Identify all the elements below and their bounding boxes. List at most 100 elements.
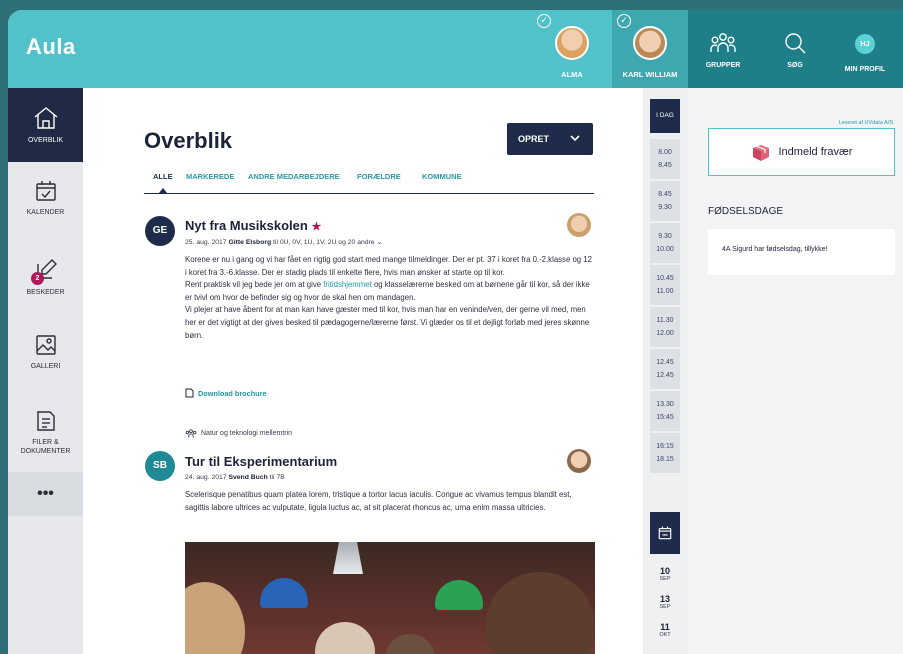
post-body: Korene er nu i gang og vi har fået en ri… (185, 254, 595, 342)
group-name: Natur og teknologi mellemtrin (201, 430, 293, 437)
search-icon (785, 33, 806, 54)
tab-markerede[interactable]: MARKEREDE (186, 172, 234, 181)
tab-kommune[interactable]: KOMMUNE (422, 172, 462, 181)
sidebar-item-label: OVERBLIK (27, 137, 63, 144)
post-title[interactable]: Nyt fra Musikskolen ★ (185, 218, 321, 233)
date-day: 13 (659, 594, 670, 604)
tab-alle[interactable]: ALLE (153, 172, 173, 193)
tab-foraeldre[interactable]: FORÆLDRE (357, 172, 401, 181)
sidebar-item-galleri[interactable]: GALLERI (8, 334, 83, 371)
nav-search[interactable]: SØG (760, 10, 830, 88)
date-month: OKT (659, 632, 671, 638)
date-day: 10 (659, 566, 670, 576)
download-label: Download brochure (198, 388, 267, 398)
schedule-slot[interactable]: 12.45 12.45 (650, 349, 680, 389)
child-selector-alma[interactable]: ✓ ALMA (532, 10, 612, 88)
post-image[interactable] (185, 542, 595, 654)
text-segment: Rent praktisk vil jeg bede jer om at giv… (185, 280, 322, 290)
sidebar-item-overblik[interactable]: OVERBLIK (8, 88, 83, 162)
right-panel: Leveret af UVdata A/S Indmeld fravær FØD… (687, 88, 903, 654)
sidebar-item-label: BESKEDER (26, 289, 65, 296)
slot-time: 16:15 (656, 443, 674, 450)
slot-time: 18.15 (656, 456, 674, 463)
schedule-slot[interactable]: 11.30 12.00 (650, 307, 680, 347)
sidebar-item-label: FILER & DOKUMENTER (20, 439, 71, 455)
nav-groups[interactable]: GRUPPER (688, 10, 758, 88)
post-date: 25. aug. 2017 (185, 239, 227, 246)
child-avatar (555, 26, 589, 60)
post-title-text: Nyt fra Musikskolen (185, 218, 308, 233)
post-paragraph: Vi plejer at have åbent for at man kan h… (185, 305, 590, 340)
child-name: ALMA (561, 70, 583, 79)
star-icon[interactable]: ★ (311, 221, 321, 233)
recipient-avatar (567, 213, 591, 237)
nav-label: SØG (787, 62, 803, 69)
person-shape (185, 582, 245, 654)
birthday-text: 4A Sigurd har fødselsdag, tillykke! (722, 246, 828, 253)
provider-link[interactable]: Leveret af UVdata A/S (839, 120, 893, 126)
schedule-slot[interactable]: 16:15 18.15 (650, 433, 680, 473)
post-title[interactable]: Tur til Eksperimentarium (185, 454, 337, 469)
recipient-avatar (567, 449, 591, 473)
nav-profile[interactable]: HJ MIN PROFIL (830, 10, 900, 88)
fritidshjemmet-link[interactable]: fritidshjemmet (323, 280, 372, 289)
birthdays-heading: FØDSELSDAGE (708, 206, 784, 217)
nav-label: MIN PROFIL (844, 66, 886, 73)
lamp-shape (333, 542, 363, 574)
post-paragraph: Korene er nu i gang og vi har fået en ri… (185, 255, 592, 277)
tab-andre-medarbejdere[interactable]: ANDRE MEDARBEJDERE (248, 172, 340, 181)
top-header: Aula ✓ ALMA ✓ KARL WILLIAM GRUPPER SØG H… (8, 10, 903, 88)
schedule-column: I DAG 8.00 8.45 8.45 9.30 9.30 10.00 10.45 11.0… (643, 88, 687, 654)
aula-logo[interactable]: Aula (26, 34, 76, 60)
date-month: SEP (659, 576, 671, 582)
more-recipients-toggle[interactable]: 20 andre ⌄ (348, 239, 382, 246)
group-tag[interactable]: Natur og teknologi mellemtrin (185, 429, 292, 438)
slot-time: 10.45 (656, 275, 674, 282)
post-recipients: til 7B (269, 474, 285, 481)
sidebar-item-beskeder[interactable]: 2 BESKEDER (8, 258, 83, 297)
report-absence-label: Indmeld fravær (778, 146, 853, 158)
schedule-date[interactable]: 11 OKT (650, 622, 680, 638)
post-body: Scelerisque penatibus quam platea lorem,… (185, 490, 572, 512)
download-brochure-link[interactable]: Download brochure (185, 388, 267, 398)
schedule-slot[interactable]: 10.45 11.00 (650, 265, 680, 305)
nav-label: GRUPPER (705, 62, 741, 69)
documents-icon (36, 411, 55, 431)
slot-time: 10.00 (656, 246, 674, 253)
slot-time: 15:45 (656, 414, 674, 421)
lamp-shape (435, 580, 483, 610)
calendar-button[interactable] (650, 512, 680, 554)
sidebar-more-button[interactable]: ••• (8, 472, 83, 516)
report-absence-button[interactable]: Indmeld fravær (708, 128, 895, 176)
home-icon (34, 107, 57, 129)
schedule-slot[interactable]: 13.30 15:45 (650, 391, 680, 431)
post-author[interactable]: Gitte Elsborg (228, 239, 271, 246)
post-meta: 25. aug. 2017 Gitte Elsborg til 0U, 0V, … (185, 238, 382, 246)
sidebar-item-filer-dokumenter[interactable]: FILER & DOKUMENTER (8, 410, 83, 456)
person-shape (485, 572, 595, 654)
post-author[interactable]: Svend Buch (228, 474, 267, 481)
slot-time: 9.30 (658, 233, 672, 240)
file-icon (185, 388, 194, 398)
schedule-date[interactable]: 13 SEP (650, 594, 680, 610)
today-button[interactable]: I DAG (650, 99, 680, 133)
schedule-date[interactable]: 10 SEP (650, 566, 680, 582)
child-selector-karl-william[interactable]: ✓ KARL WILLIAM (612, 10, 688, 88)
filter-tabs: ALLE MARKEREDE ANDRE MEDARBEJDERE FORÆLD… (144, 172, 594, 194)
slot-time: 9.30 (658, 204, 672, 211)
birthday-card: 4A Sigurd har fødselsdag, tillykke! (708, 229, 895, 275)
author-avatar[interactable]: SB (145, 451, 175, 481)
top-nav: GRUPPER SØG HJ MIN PROFIL (688, 10, 903, 88)
create-button[interactable]: OPRET (507, 123, 593, 155)
author-avatar[interactable]: GE (145, 216, 175, 246)
slot-time: 11.30 (656, 317, 674, 324)
person-shape (315, 622, 375, 654)
schedule-slot[interactable]: 8.45 9.30 (650, 181, 680, 221)
post-paragraph: Rent praktisk vil jeg bede jer om at giv… (185, 279, 595, 304)
sidebar-item-kalender[interactable]: KALENDER (8, 180, 83, 217)
schedule-slot[interactable]: 9.30 10.00 (650, 223, 680, 263)
child-name: KARL WILLIAM (622, 70, 678, 79)
schedule-slot[interactable]: 8.00 8.45 (650, 139, 680, 179)
page-title: Overblik (144, 128, 233, 153)
post-recipients: til 0U, 0V, 1U, 1V, 2U og (273, 239, 346, 246)
